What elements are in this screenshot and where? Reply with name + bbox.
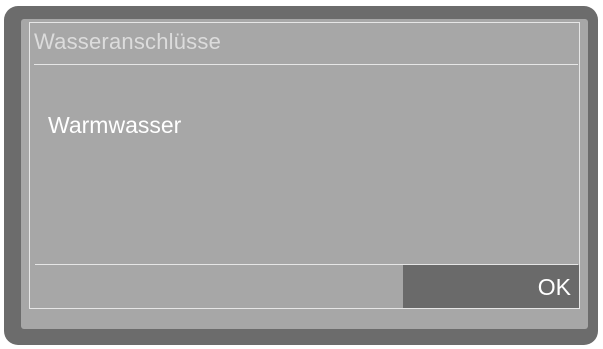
ok-button[interactable]: OK bbox=[403, 265, 579, 308]
dialog-title: Wasseranschlüsse bbox=[34, 29, 222, 54]
dialog-message: Warmwasser bbox=[48, 112, 182, 138]
ok-button-label: OK bbox=[537, 274, 571, 300]
title-divider bbox=[34, 64, 578, 65]
